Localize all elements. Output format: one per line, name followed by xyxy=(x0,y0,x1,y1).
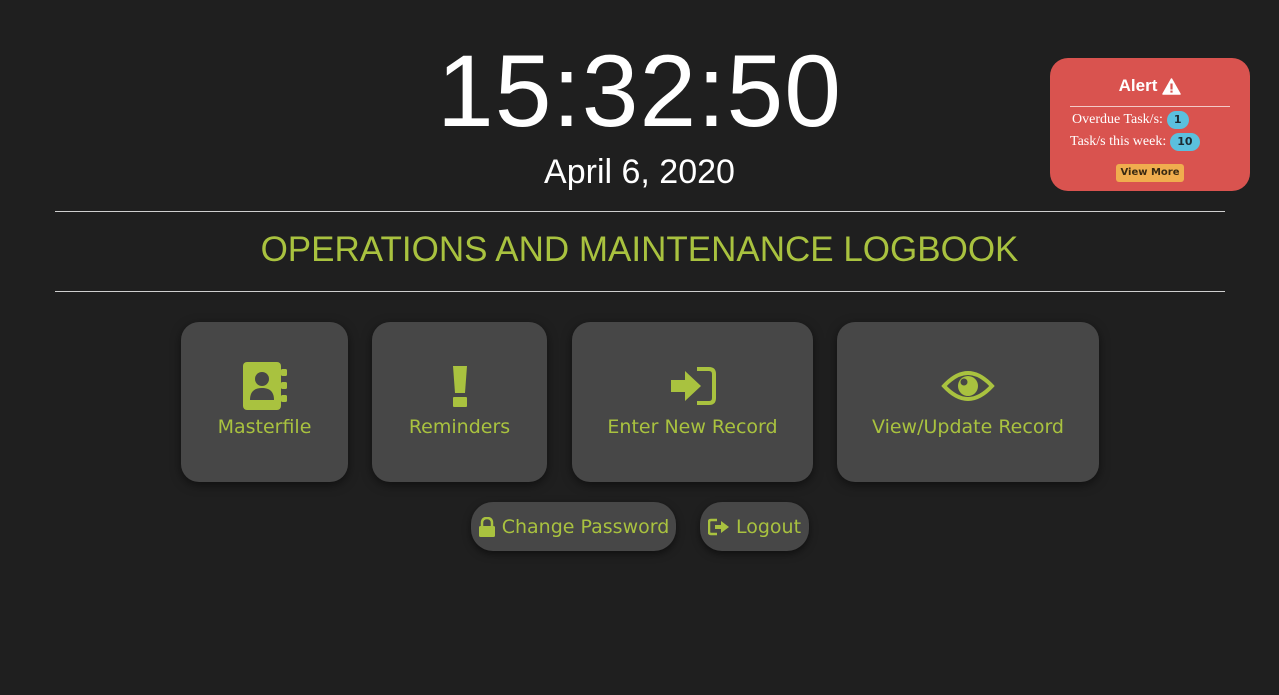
divider-top xyxy=(55,211,1225,212)
overdue-label: Overdue Task/s: xyxy=(1072,112,1163,127)
lock-icon xyxy=(478,516,496,537)
week-count-badge: 10 xyxy=(1170,133,1200,151)
week-label: Task/s this week: xyxy=(1070,134,1167,149)
overdue-row: Overdue Task/s: 1 xyxy=(1072,111,1189,129)
divider-bottom xyxy=(55,291,1225,292)
view-update-record-label: View/Update Record xyxy=(872,416,1064,438)
masterfile-label: Masterfile xyxy=(217,416,312,438)
change-password-label: Change Password xyxy=(501,515,670,538)
alert-title: Alert xyxy=(1118,76,1158,95)
alert-divider xyxy=(1070,106,1230,107)
change-password-button[interactable]: Change Password xyxy=(471,502,676,551)
reminders-button[interactable]: Reminders xyxy=(372,322,547,482)
sign-in-icon xyxy=(572,362,813,410)
week-row: Task/s this week: 10 xyxy=(1070,133,1200,151)
exclamation-icon xyxy=(372,362,547,410)
view-more-button[interactable]: View More xyxy=(1116,164,1184,182)
enter-new-record-label: Enter New Record xyxy=(607,416,778,438)
logout-label: Logout xyxy=(735,515,802,538)
logout-button[interactable]: Logout xyxy=(700,502,809,551)
masterfile-button[interactable]: Masterfile xyxy=(181,322,348,482)
reminders-label: Reminders xyxy=(408,416,511,438)
alert-header: Alert xyxy=(1050,76,1250,96)
enter-new-record-button[interactable]: Enter New Record xyxy=(572,322,813,482)
page-title: OPERATIONS AND MAINTENANCE LOGBOOK xyxy=(260,230,1019,269)
eye-icon xyxy=(837,362,1099,410)
alert-panel: Alert Overdue Task/s: 1 Task/s this week… xyxy=(1050,58,1250,191)
warning-icon xyxy=(1162,77,1182,95)
overdue-count-badge: 1 xyxy=(1166,111,1189,129)
sign-out-icon xyxy=(707,518,730,536)
view-update-record-button[interactable]: View/Update Record xyxy=(837,322,1099,482)
address-book-icon xyxy=(181,362,348,410)
